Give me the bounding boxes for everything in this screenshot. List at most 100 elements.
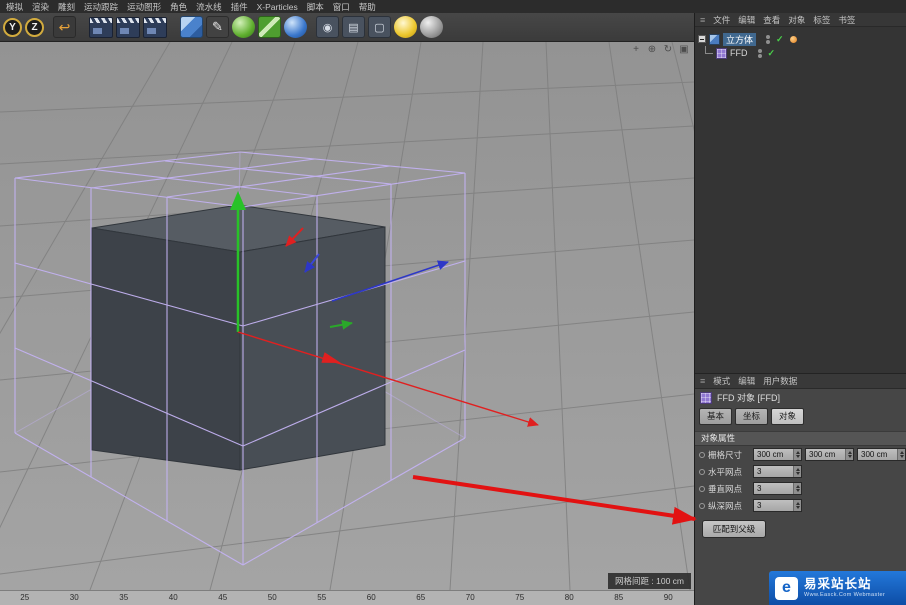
timeline-tick: 80 [545, 591, 595, 605]
timeline-tick: 60 [347, 591, 397, 605]
om-menu-item[interactable]: 文件 [713, 14, 730, 26]
am-menu-item[interactable]: 模式 [713, 375, 730, 387]
menu-item[interactable]: 渲染 [32, 1, 49, 13]
timeline-tick: 65 [396, 591, 446, 605]
om-menu-item[interactable]: 书签 [838, 14, 855, 26]
om-menu-item[interactable]: 标签 [813, 14, 830, 26]
watermark-title: 易采站长站 [804, 578, 885, 592]
vertical-points-field[interactable]: 3 [753, 482, 802, 495]
menu-item[interactable]: 帮助 [359, 1, 376, 13]
match-to-parent-button[interactable]: 匹配到父级 [702, 520, 766, 538]
param-label: 垂直网点 [708, 483, 750, 495]
deformer-icon[interactable] [258, 16, 281, 38]
undo-icon[interactable]: ↩ [53, 16, 76, 38]
tree-row-cube[interactable]: 立方体 ✓ [695, 32, 906, 46]
maximize-view-icon[interactable]: ▣ [678, 44, 690, 56]
om-menu-item[interactable]: 编辑 [738, 14, 755, 26]
stepper[interactable] [845, 449, 853, 460]
watermark: e 易采站长站 Www.Easck.Com Webmaster [769, 571, 906, 605]
primitive-cube-icon[interactable] [180, 16, 203, 38]
viewport-3d[interactable]: + ⊕ ↻ ▣ 网格间距 : 100 cm [0, 42, 694, 590]
render-view-icon[interactable] [89, 17, 113, 38]
stage-icon[interactable]: ▢ [368, 16, 391, 38]
grid-size-y-field[interactable]: 300 cm [805, 448, 854, 461]
object-label-cube[interactable]: 立方体 [723, 33, 756, 46]
keyframe-dot-icon[interactable] [699, 503, 705, 509]
timeline-tick: 90 [644, 591, 694, 605]
timeline-tick: 25 [0, 591, 50, 605]
light-icon[interactable] [394, 16, 417, 38]
stepper[interactable] [897, 449, 905, 460]
render-settings-icon[interactable] [143, 17, 167, 38]
visibility-dots[interactable] [758, 49, 762, 58]
rotate-view-icon[interactable]: ↻ [662, 44, 674, 56]
stepper[interactable] [793, 500, 801, 511]
material-icon[interactable] [420, 16, 443, 38]
menu-item[interactable]: 窗口 [333, 1, 350, 13]
object-tree[interactable]: 立方体 ✓ FFD ✓ [695, 27, 906, 373]
film-icon[interactable]: ▤ [342, 16, 365, 38]
section-object-properties[interactable]: 对象属性 [695, 431, 906, 446]
param-label: 纵深网点 [708, 500, 750, 512]
timeline-tick: 40 [149, 591, 199, 605]
menu-item[interactable]: 运动跟踪 [84, 1, 118, 13]
tab-basic[interactable]: 基本 [699, 408, 732, 425]
menu-item[interactable]: 流水线 [196, 1, 222, 13]
param-label: 水平网点 [708, 466, 750, 478]
am-menu-item[interactable]: 用户数据 [763, 375, 797, 387]
tab-object[interactable]: 对象 [771, 408, 804, 425]
enabled-check-icon[interactable]: ✓ [776, 34, 784, 45]
menu-item[interactable]: 插件 [231, 1, 248, 13]
param-row-depth-points: 纵深网点 3 [695, 497, 906, 514]
pan-view-icon[interactable]: + [630, 44, 642, 56]
menu-item[interactable]: 模拟 [6, 1, 23, 13]
watermark-logo: e [775, 577, 798, 600]
camera-icon[interactable]: ◉ [316, 16, 339, 38]
keyframe-dot-icon[interactable] [699, 469, 705, 475]
expand-toggle-icon[interactable] [698, 35, 706, 43]
attribute-tabs: 基本 坐标 对象 [695, 406, 906, 427]
cube-object-icon [709, 34, 720, 45]
z-axis-lock-button[interactable]: Z [25, 18, 44, 37]
param-row-grid-size: 栅格尺寸 300 cm 300 cm 300 cm [695, 446, 906, 463]
tree-row-ffd[interactable]: FFD ✓ [695, 46, 906, 60]
grid-size-z-field[interactable]: 300 cm [857, 448, 906, 461]
generator-icon[interactable] [232, 16, 255, 38]
spline-pen-icon[interactable]: ✎ [206, 16, 229, 38]
menu-item[interactable]: 角色 [170, 1, 187, 13]
keyframe-dot-icon[interactable] [699, 486, 705, 492]
depth-points-field[interactable]: 3 [753, 499, 802, 512]
om-menu-item[interactable]: 查看 [763, 14, 780, 26]
main-menu-bar: 模拟 渲染 雕刻 运动跟踪 运动图形 角色 流水线 插件 X-Particles… [0, 0, 906, 13]
om-menu-item[interactable]: 对象 [788, 14, 805, 26]
grid-spacing-hud: 网格间距 : 100 cm [608, 573, 691, 589]
render-to-picture-icon[interactable] [116, 17, 140, 38]
stepper[interactable] [793, 483, 801, 494]
grid-size-x-field[interactable]: 300 cm [753, 448, 802, 461]
enabled-check-icon[interactable]: ✓ [768, 48, 776, 59]
tab-coordinates[interactable]: 坐标 [735, 408, 768, 425]
param-row-vertical-points: 垂直网点 3 [695, 480, 906, 497]
object-label-ffd[interactable]: FFD [730, 48, 748, 58]
keyframe-dot-icon[interactable] [699, 452, 705, 458]
timeline-tick: 85 [594, 591, 644, 605]
y-axis-lock-button[interactable]: Y [3, 18, 22, 37]
hamburger-icon[interactable]: ≡ [700, 15, 705, 25]
menu-item[interactable]: 雕刻 [58, 1, 75, 13]
menu-item[interactable]: 脚本 [307, 1, 324, 13]
menu-item[interactable]: X-Particles [257, 2, 298, 12]
viewport-scene [0, 42, 694, 590]
phong-tag-icon[interactable] [790, 36, 797, 43]
stepper[interactable] [793, 466, 801, 477]
simulation-icon[interactable] [284, 16, 307, 38]
am-menu-item[interactable]: 编辑 [738, 375, 755, 387]
timeline-tick: 75 [495, 591, 545, 605]
hamburger-icon[interactable]: ≡ [700, 376, 705, 386]
visibility-dots[interactable] [766, 35, 770, 44]
zoom-view-icon[interactable]: ⊕ [646, 44, 658, 56]
timeline-ruler[interactable]: 25 30 35 40 45 50 55 60 65 70 75 80 85 9… [0, 590, 694, 605]
object-manager-menu: ≡ 文件 编辑 查看 对象 标签 书签 [695, 13, 906, 27]
menu-item[interactable]: 运动图形 [127, 1, 161, 13]
horizontal-points-field[interactable]: 3 [753, 465, 802, 478]
stepper[interactable] [793, 449, 801, 460]
